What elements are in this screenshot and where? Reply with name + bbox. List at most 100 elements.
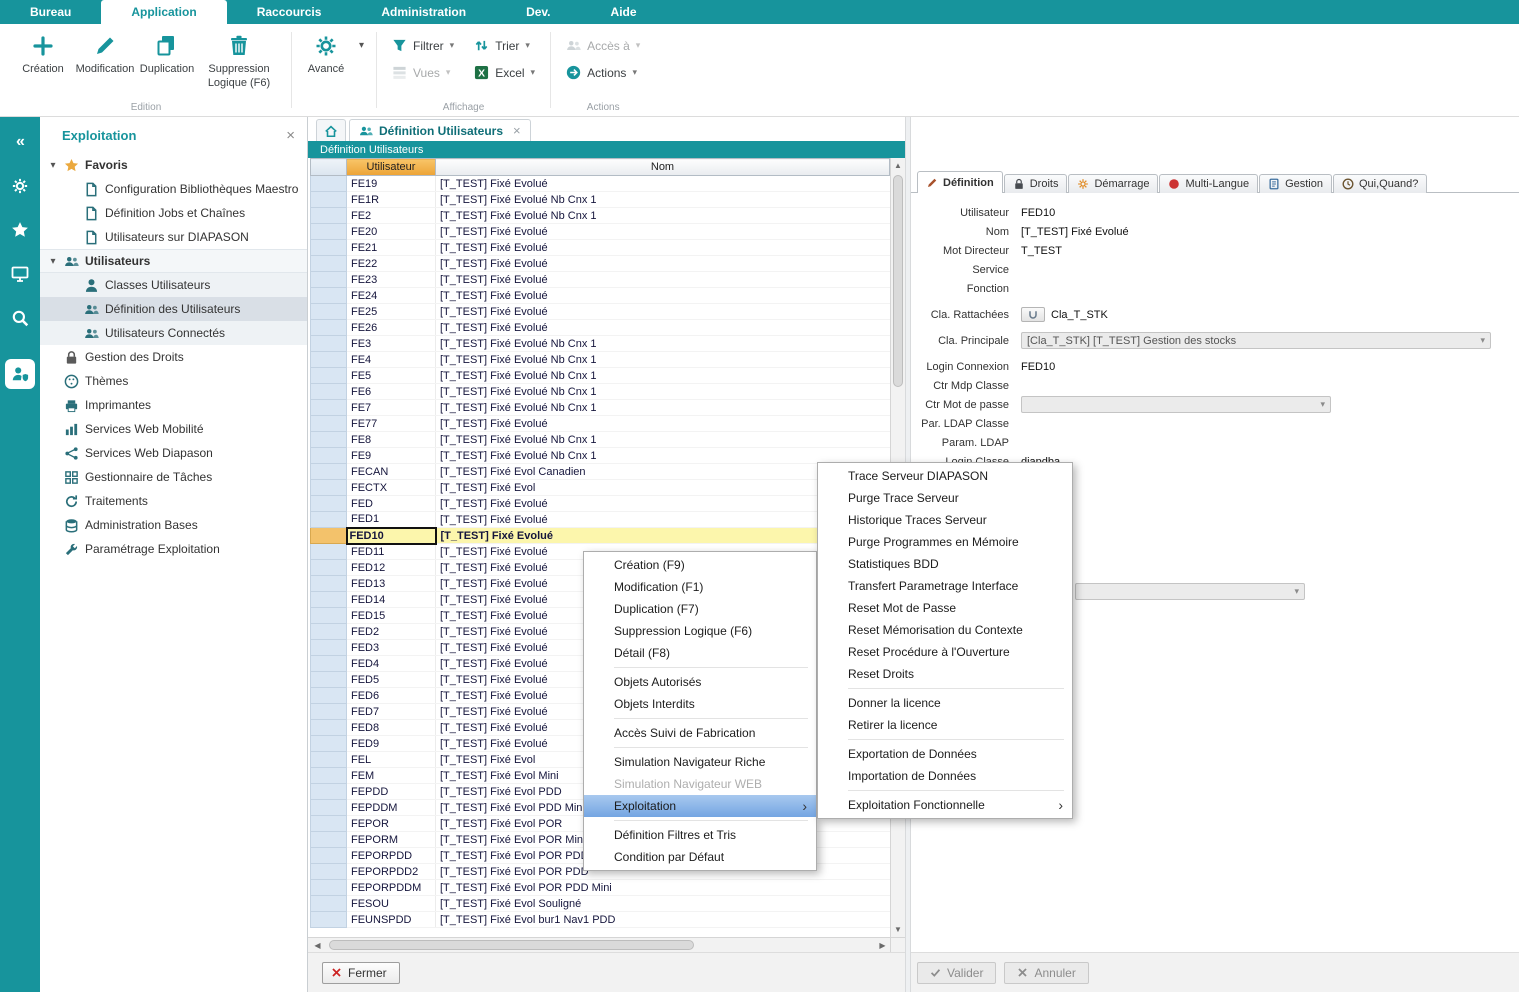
table-row[interactable]: FEUNSPDD[T_TEST] Fixé Evol bur1 Nav1 PDD [311,912,890,928]
table-row[interactable]: FED10[T_TEST] Fixé Evolué [311,528,890,544]
row-indicator[interactable] [311,384,347,400]
cell-utilisateur[interactable]: FE6 [347,384,436,400]
cell-utilisateur[interactable]: FE20 [347,224,436,240]
cell-nom[interactable]: [T_TEST] Fixé Evolué Nb Cnx 1 [436,208,890,224]
cell-utilisateur[interactable]: FEPOR [347,816,436,832]
field-value[interactable]: T_TEST [1021,245,1062,257]
cell-utilisateur[interactable]: FEPORPDD [347,848,436,864]
table-row[interactable]: FE8[T_TEST] Fixé Evolué Nb Cnx 1 [311,432,890,448]
tree-item-services-web-diapason[interactable]: Services Web Diapason [40,441,307,465]
cell-utilisateur[interactable]: FED7 [347,704,436,720]
activity-user-shield-button[interactable] [5,359,35,389]
cell-utilisateur[interactable]: FED2 [347,624,436,640]
row-indicator[interactable] [311,176,347,192]
cell-utilisateur[interactable]: FEM [347,768,436,784]
row-indicator[interactable] [311,864,347,880]
submenu-item-reset-procedure-a-l-ouverture[interactable]: Reset Procédure à l'Ouverture [818,641,1072,663]
scroll-left-icon[interactable]: ◀ [310,938,325,953]
fermer-button[interactable]: Fermer [322,962,400,984]
table-row[interactable]: FED[T_TEST] Fixé Evolué [311,496,890,512]
row-indicator[interactable] [311,464,347,480]
cell-utilisateur[interactable]: FE5 [347,368,436,384]
table-row[interactable]: FE9[T_TEST] Fixé Evolué Nb Cnx 1 [311,448,890,464]
vertical-scroll-thumb[interactable] [893,175,903,387]
cell-utilisateur[interactable]: FED5 [347,672,436,688]
submenu-item-trace-serveur-diapason[interactable]: Trace Serveur DIAPASON [818,465,1072,487]
cell-nom[interactable]: [T_TEST] Fixé Evolué [436,320,890,336]
cell-utilisateur[interactable]: FE8 [347,432,436,448]
ribbon-button-actions[interactable]: Actions▾ [566,65,640,80]
tab-definition-utilisateurs[interactable]: Définition Utilisateurs × [349,119,531,141]
field-dropdown-cla-principale[interactable]: [Cla_T_STK] [T_TEST] Gestion des stocks▾ [1021,332,1491,349]
column-header-indicator[interactable] [311,159,347,176]
row-indicator[interactable] [311,240,347,256]
row-indicator[interactable] [311,496,347,512]
cell-utilisateur[interactable]: FE24 [347,288,436,304]
row-indicator[interactable] [311,512,347,528]
row-indicator[interactable] [311,624,347,640]
submenu-item-donner-la-licence[interactable]: Donner la licence [818,692,1072,714]
submenu-item-retirer-la-licence[interactable]: Retirer la licence [818,714,1072,736]
table-row[interactable]: FE3[T_TEST] Fixé Evolué Nb Cnx 1 [311,336,890,352]
row-indicator[interactable] [311,304,347,320]
cell-utilisateur[interactable]: FED14 [347,592,436,608]
cell-nom[interactable]: [T_TEST] Fixé Evolué Nb Cnx 1 [436,352,890,368]
table-row[interactable]: FE26[T_TEST] Fixé Evolué [311,320,890,336]
row-indicator[interactable] [311,608,347,624]
activity-search-button[interactable] [5,303,35,333]
cell-utilisateur[interactable]: FESOU [347,896,436,912]
cell-nom[interactable]: [T_TEST] Fixé Evol Souligné [436,896,890,912]
submenu-item-exportation-de-donnees[interactable]: Exportation de Données [818,743,1072,765]
table-row[interactable]: FE2[T_TEST] Fixé Evolué Nb Cnx 1 [311,208,890,224]
cell-utilisateur[interactable]: FED13 [347,576,436,592]
row-indicator[interactable] [311,208,347,224]
row-indicator[interactable] [311,848,347,864]
submenu-item-purge-programmes-en-memoire[interactable]: Purge Programmes en Mémoire [818,531,1072,553]
row-indicator[interactable] [311,592,347,608]
table-row[interactable]: FE4[T_TEST] Fixé Evolué Nb Cnx 1 [311,352,890,368]
field-value[interactable]: FED10 [1021,207,1055,219]
activity-star-button[interactable] [5,215,35,245]
row-indicator[interactable] [311,544,347,560]
menubar-item-raccourcis[interactable]: Raccourcis [227,0,352,24]
submenu-item-reset-mot-de-passe[interactable]: Reset Mot de Passe [818,597,1072,619]
cell-utilisateur[interactable]: FED [347,496,436,512]
field-dropdown-ctr-mot-de-passe[interactable]: ▾ [1021,396,1331,413]
table-row[interactable]: FECAN[T_TEST] Fixé Evol Canadien [311,464,890,480]
detail-tab-definition[interactable]: Définition [917,171,1003,193]
cell-utilisateur[interactable]: FECTX [347,480,436,496]
context-menu-item-detail-f8[interactable]: Détail (F8) [584,642,816,664]
detail-tab-demarrage[interactable]: Démarrage [1068,174,1158,193]
tree-item-utilisateurs-connectes[interactable]: Utilisateurs Connectés [40,321,307,345]
row-indicator[interactable] [311,448,347,464]
cell-nom[interactable]: [T_TEST] Fixé Evolué [436,224,890,240]
chevron-down-icon[interactable]: ▾ [48,160,58,171]
tree-item-parametrage-exploitation[interactable]: Paramétrage Exploitation [40,537,307,561]
row-indicator[interactable] [311,288,347,304]
row-indicator[interactable] [311,656,347,672]
cell-utilisateur[interactable]: FED10 [347,528,436,544]
activity-monitor-button[interactable] [5,259,35,289]
row-indicator[interactable] [311,880,347,896]
row-indicator[interactable] [311,416,347,432]
column-header-utilisateur[interactable]: Utilisateur [347,159,436,176]
cell-utilisateur[interactable]: FEPDD [347,784,436,800]
cell-utilisateur[interactable]: FE22 [347,256,436,272]
submenu-item-transfert-parametrage-interface[interactable]: Transfert Parametrage Interface [818,575,1072,597]
row-indicator[interactable] [311,800,347,816]
context-menu-item-definition-filtres-et-tris[interactable]: Définition Filtres et Tris [584,824,816,846]
table-row[interactable]: FE1R[T_TEST] Fixé Evolué Nb Cnx 1 [311,192,890,208]
row-indicator[interactable] [311,224,347,240]
menubar-item-administration[interactable]: Administration [351,0,496,24]
table-row[interactable]: FE77[T_TEST] Fixé Evolué [311,416,890,432]
cell-utilisateur[interactable]: FE2 [347,208,436,224]
row-indicator[interactable] [311,784,347,800]
row-indicator[interactable] [311,816,347,832]
tree-item-configuration-bibliotheques-maestro[interactable]: Configuration Bibliothèques Maestro [40,177,307,201]
row-indicator[interactable] [311,720,347,736]
context-menu-item-acces-suivi-de-fabrication[interactable]: Accès Suivi de Fabrication [584,722,816,744]
cell-nom[interactable]: [T_TEST] Fixé Evolué [436,416,890,432]
cell-utilisateur[interactable]: FED8 [347,720,436,736]
field-value[interactable]: [T_TEST] Fixé Evolué [1021,226,1129,238]
cell-nom[interactable]: [T_TEST] Fixé Evol POR PDD Mini [436,880,890,896]
